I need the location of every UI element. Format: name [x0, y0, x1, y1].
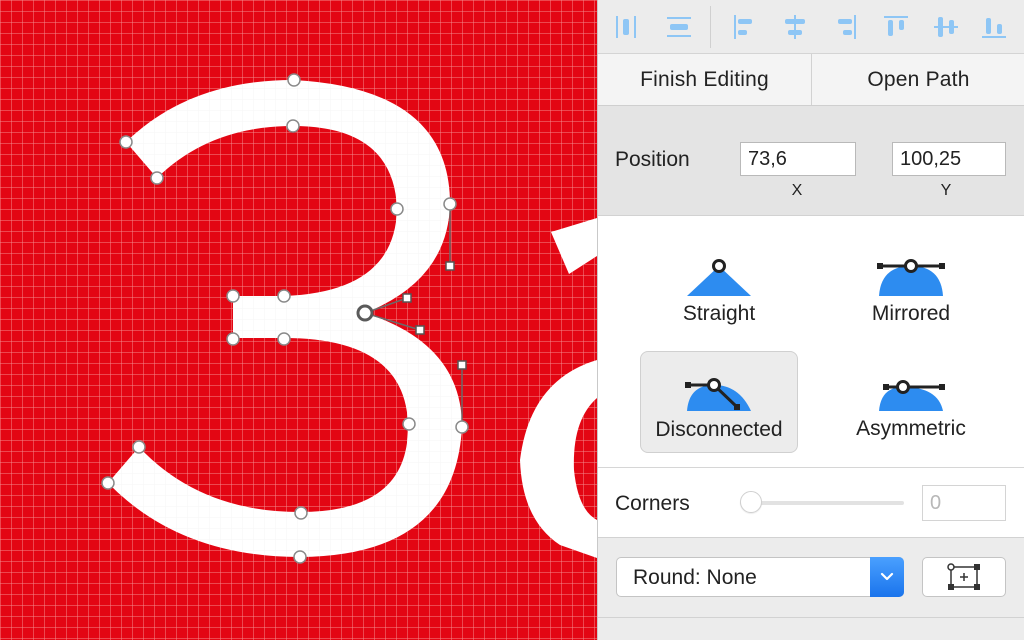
point-type-straight[interactable]: Straight [640, 236, 798, 338]
position-x-input[interactable] [740, 142, 856, 176]
point-type-label: Asymmetric [856, 417, 966, 440]
anchor-point[interactable] [101, 476, 115, 490]
align-left-icon[interactable] [724, 8, 764, 46]
distribute-horizontal-icon[interactable] [606, 8, 646, 46]
round-select-value: Round: None [633, 566, 757, 589]
flatten-path-button[interactable] [922, 557, 1006, 597]
align-vertical-center-icon[interactable] [926, 8, 966, 46]
finish-editing-button[interactable]: Finish Editing [598, 54, 811, 105]
position-y-input[interactable] [892, 142, 1006, 176]
anchor-point[interactable] [390, 202, 404, 216]
position-label: Position [615, 148, 690, 171]
align-top-icon[interactable] [876, 8, 916, 46]
round-section: Round: None [598, 538, 1024, 618]
disconnected-point-icon [685, 378, 751, 411]
straight-point-icon [687, 259, 751, 296]
selected-anchor-point[interactable] [356, 304, 374, 322]
distribute-vertical-icon[interactable] [659, 8, 699, 46]
mirrored-point-icon [877, 259, 945, 296]
anchor-point[interactable] [443, 197, 457, 211]
anchor-point[interactable] [455, 420, 469, 434]
point-type-section: Straight Mirrored Disconnected Asymmetri… [598, 216, 1024, 468]
corners-label: Corners [615, 492, 690, 515]
anchor-point[interactable] [150, 171, 164, 185]
anchor-point[interactable] [277, 332, 291, 346]
flatten-path-icon [947, 563, 980, 590]
anchor-point[interactable] [277, 289, 291, 303]
corners-radius-input[interactable] [922, 485, 1006, 521]
point-type-label: Straight [682, 302, 756, 325]
anchor-point[interactable] [286, 119, 300, 133]
corners-section: Corners [598, 468, 1024, 538]
point-type-disconnected[interactable]: Disconnected [640, 351, 798, 453]
asymmetric-point-icon [879, 380, 945, 411]
point-type-mirrored[interactable]: Mirrored [832, 236, 990, 338]
corners-slider-track[interactable] [740, 501, 904, 505]
point-type-asymmetric[interactable]: Asymmetric [832, 351, 990, 453]
point-type-label: Disconnected [655, 418, 783, 441]
point-type-label: Mirrored [871, 302, 951, 325]
handle-point[interactable] [457, 360, 467, 370]
align-horizontal-center-icon[interactable] [775, 8, 815, 46]
anchor-point[interactable] [119, 135, 133, 149]
path-edit-bar: Finish Editing Open Path [598, 54, 1024, 106]
inspector-panel: Finish Editing Open Path Position X Y St… [597, 0, 1024, 640]
open-path-button[interactable]: Open Path [811, 54, 1024, 105]
anchor-point[interactable] [294, 506, 308, 520]
anchor-point[interactable] [226, 289, 240, 303]
anchor-point[interactable] [402, 417, 416, 431]
corners-slider-knob[interactable] [740, 491, 762, 513]
anchor-point[interactable] [293, 550, 307, 564]
anchor-point[interactable] [226, 332, 240, 346]
handle-point[interactable] [445, 261, 455, 271]
canvas-artboard[interactable] [0, 0, 597, 640]
position-y-caption: Y [940, 182, 952, 199]
position-section: Position X Y [598, 106, 1024, 216]
chevron-down-icon[interactable] [870, 557, 904, 597]
round-select[interactable]: Round: None [616, 557, 904, 597]
alignment-toolbar [598, 0, 1024, 54]
align-right-icon[interactable] [826, 8, 866, 46]
anchor-point[interactable] [132, 440, 146, 454]
handle-point[interactable] [415, 325, 425, 335]
align-bottom-icon[interactable] [974, 8, 1014, 46]
anchor-point[interactable] [287, 73, 301, 87]
position-x-caption: X [791, 182, 803, 199]
handle-point[interactable] [402, 293, 412, 303]
canvas[interactable] [0, 0, 597, 640]
toolbar-divider [710, 6, 711, 48]
